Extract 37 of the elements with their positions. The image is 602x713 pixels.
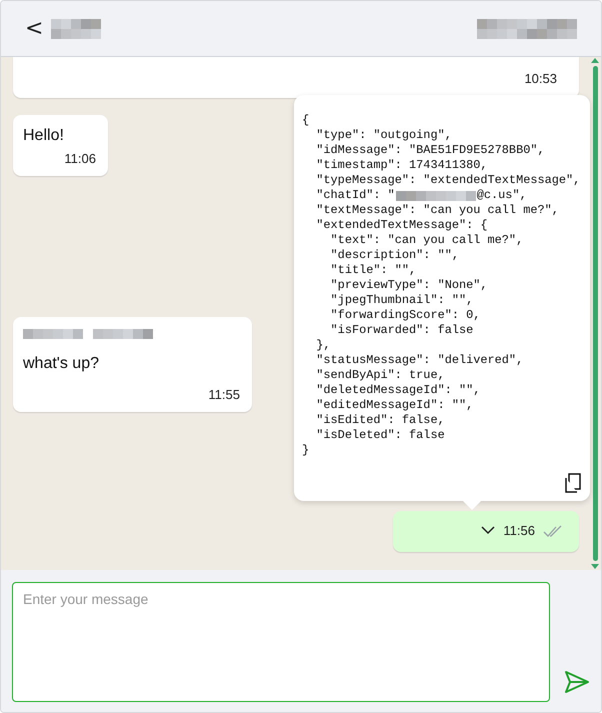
code-line: "isEdited": false, xyxy=(315,413,445,428)
code-line: }, xyxy=(315,338,331,353)
message-input[interactable]: Enter your message xyxy=(12,582,550,702)
code-line: { xyxy=(302,113,310,128)
code-line: @c.us", xyxy=(476,188,527,203)
redacted-block xyxy=(51,18,102,38)
code-line: "idMessage": "BAE51FD9E5278BB0", xyxy=(315,143,545,158)
copy-button[interactable] xyxy=(564,473,582,493)
code-line: "description": "", xyxy=(330,248,459,263)
code-line: "textMessage": "can you call me?", xyxy=(315,203,559,218)
code-line: "typeMessage": "extendedTextMessage", xyxy=(315,173,580,188)
code-line: "sendByApi": true, xyxy=(315,368,445,383)
code-line: "isForwarded": false xyxy=(330,323,474,338)
code-line: "previewType": "None", xyxy=(330,278,488,293)
message-text: what's up? xyxy=(23,355,100,373)
code-line: "text": "can you call me?", xyxy=(330,233,524,248)
code-line: "forwardingScore": 0, xyxy=(330,308,480,323)
code-line: } xyxy=(302,443,310,458)
code-line: "type": "outgoing", xyxy=(315,128,452,143)
code-line: "extendedTextMessage": { xyxy=(315,218,488,233)
code-line: "statusMessage": "delivered", xyxy=(315,353,524,368)
scrollbar[interactable] xyxy=(591,57,599,570)
back-button[interactable]: < xyxy=(25,18,44,40)
code-line: "jpegThumbnail": "", xyxy=(330,293,474,308)
message-time: 10:53 xyxy=(524,71,557,86)
code-line: "editedMessageId": "", xyxy=(315,398,474,413)
message-time: 11:06 xyxy=(64,151,96,166)
code-line: "chatId": " xyxy=(315,188,395,203)
message-text: Hello! xyxy=(23,127,65,145)
code-line: "title": "", xyxy=(330,263,416,278)
code-line: "isDeleted": false xyxy=(315,428,445,443)
chevron-down-icon[interactable] xyxy=(481,526,496,535)
code-line: "timestamp": 1743411380, xyxy=(315,158,488,173)
send-button[interactable] xyxy=(564,670,590,694)
message-time: 11:56 xyxy=(503,523,535,538)
code-line: "deletedMessageId": "", xyxy=(315,383,480,398)
message-time: 11:55 xyxy=(208,387,240,402)
